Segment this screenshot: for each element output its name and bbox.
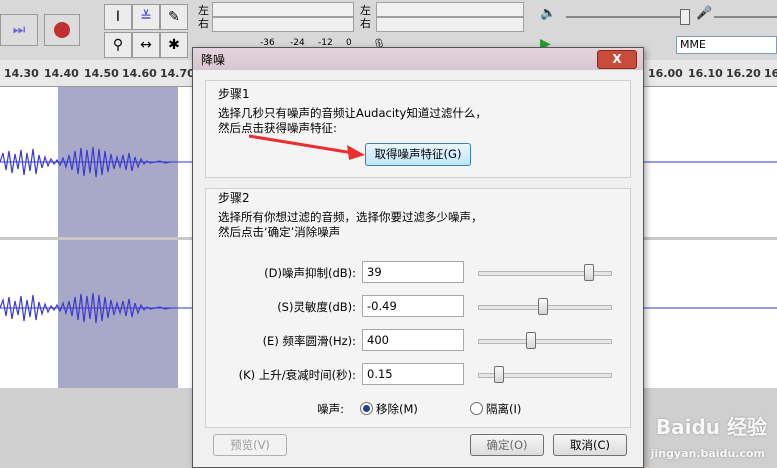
noise-reduction-row: (D)噪声抑制(dB): 39 [206, 261, 630, 285]
record-meter-right [376, 17, 524, 32]
field-label: (K) 上升/衰减时间(秒): [238, 368, 356, 382]
step2-group: 步骤2 选择所有你想过滤的音频，选择你要过滤多少噪声， 然后点击‘确定’消除噪声… [205, 188, 631, 428]
ok-button[interactable]: 确定(O) [470, 434, 544, 456]
frequency-smoothing-slider-thumb[interactable] [526, 332, 537, 349]
playback-volume-slider[interactable] [566, 16, 690, 18]
speaker-icon: 🔈 [540, 6, 557, 21]
zoom-tool-icon[interactable]: ⚲ [104, 32, 132, 58]
audio-host-select[interactable]: MME [676, 36, 777, 54]
step2-title: 步骤2 [218, 191, 250, 205]
playback-meter-right [212, 17, 354, 32]
noise-option-row: 噪声: 移除(M) 隔离(I) [206, 399, 630, 419]
isolate-label[interactable]: 隔离(I) [486, 401, 521, 417]
step2-text-line2: 然后点击‘确定’消除噪声 [218, 225, 341, 239]
noise-reduction-slider-thumb[interactable] [583, 264, 594, 281]
frequency-smoothing-input[interactable]: 400 [362, 329, 464, 351]
sensitivity-row: (S)灵敏度(dB): -0.49 [206, 295, 630, 319]
envelope-tool-icon[interactable]: ≚ [132, 4, 160, 30]
attack-decay-row: (K) 上升/衰减时间(秒): 0.15 [206, 363, 630, 387]
ruler-tick: 16.3 [764, 67, 777, 80]
noise-removal-dialog: 降噪 X 步骤1 选择几秒只有噪声的音频让Audacity知道过滤什么， 然后点… [192, 47, 644, 468]
attack-decay-slider-thumb[interactable] [494, 366, 505, 383]
noise-reduction-input[interactable]: 39 [362, 261, 464, 283]
ruler-tick: 14.50 [84, 67, 119, 80]
step1-text-line2: 然后点击获得噪声特征: [218, 121, 337, 135]
attack-decay-input[interactable]: 0.15 [362, 363, 464, 385]
sensitivity-input[interactable]: -0.49 [362, 295, 464, 317]
meter-right-label: 右 [198, 17, 209, 30]
mic-volume-icon: 🎤 [696, 6, 713, 21]
ruler-tick: 14.70 [160, 67, 195, 80]
field-label: (D)噪声抑制(dB): [264, 266, 356, 280]
remove-radio[interactable] [360, 402, 373, 415]
field-label: (S)灵敏度(dB): [277, 300, 356, 314]
frequency-smoothing-row: (E) 频率圆滑(Hz): 400 [206, 329, 630, 353]
noise-label: 噪声: [317, 402, 344, 416]
draw-tool-icon[interactable]: ✎ [160, 4, 188, 30]
ruler-tick: 16.20 [726, 67, 761, 80]
step1-group: 步骤1 选择几秒只有噪声的音频让Audacity知道过滤什么， 然后点击获得噪声… [205, 80, 631, 178]
baidu-watermark-url: jingyan.baidu.com [650, 447, 765, 460]
record-meter-left [376, 2, 524, 17]
record-volume-slider[interactable] [714, 16, 777, 18]
cancel-button[interactable]: 取消(C) [553, 434, 627, 456]
isolate-radio[interactable] [470, 402, 483, 415]
ruler-tick: 16.10 [688, 67, 723, 80]
dialog-title: 降噪 [201, 53, 226, 67]
playback-meter-left [212, 2, 354, 17]
ruler-tick: 14.60 [122, 67, 157, 80]
timeshift-tool-icon[interactable]: ↔ [132, 32, 160, 58]
ruler-tick: 16.00 [648, 67, 683, 80]
record-button[interactable] [44, 14, 80, 46]
multi-tool-icon[interactable]: ✱ [160, 32, 188, 58]
dialog-titlebar[interactable]: 降噪 X [193, 48, 643, 70]
field-label: (E) 频率圆滑(Hz): [262, 334, 356, 348]
ruler-tick: 14.40 [44, 67, 79, 80]
record-icon [54, 22, 70, 38]
playback-volume-thumb[interactable] [680, 9, 690, 25]
get-noise-profile-button[interactable]: 取得噪声特征(G) [365, 143, 471, 166]
step1-title: 步骤1 [218, 87, 250, 101]
ruler-tick: 14.30 [4, 67, 39, 80]
close-button[interactable]: X [597, 50, 637, 69]
frequency-smoothing-slider[interactable] [478, 339, 612, 344]
baidu-watermark-brand: Baidu 经验 [655, 415, 767, 439]
sensitivity-slider-thumb[interactable] [538, 298, 549, 315]
meter2-right-label: 右 [360, 17, 371, 30]
selection-tool-icon[interactable]: I [104, 4, 132, 30]
step2-text-line1: 选择所有你想过滤的音频，选择你要过滤多少噪声， [218, 210, 483, 224]
skip-end-icon[interactable]: ⏭ [0, 14, 38, 46]
preview-button[interactable]: 预览(V) [213, 434, 287, 456]
remove-label[interactable]: 移除(M) [376, 401, 418, 417]
step1-text-line1: 选择几秒只有噪声的音频让Audacity知道过滤什么， [218, 106, 487, 120]
